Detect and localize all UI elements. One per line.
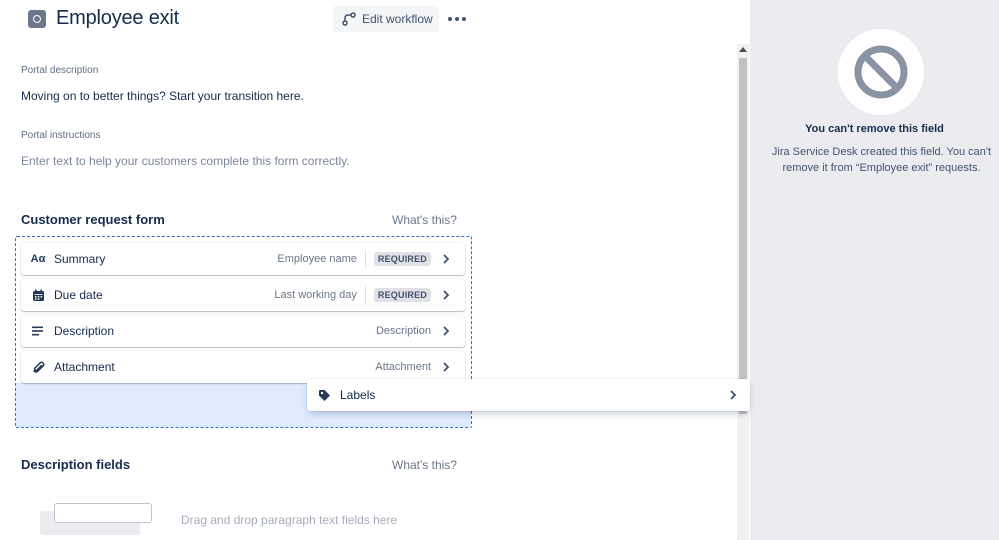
scroll-thumb[interactable]: [739, 58, 747, 414]
dragging-field-labels[interactable]: Labels: [307, 379, 750, 411]
tag-icon: [317, 388, 331, 402]
edit-workflow-label: Edit workflow: [362, 12, 433, 26]
description-fields-drop-hint: Drag and drop paragraph text fields here: [181, 513, 398, 527]
align-left-icon: [31, 324, 45, 338]
calendar-icon: [31, 288, 45, 302]
field-row-summary[interactable]: Aα Summary Employee name REQUIRED: [21, 243, 465, 275]
more-icon[interactable]: [446, 8, 468, 30]
panel-description: Jira Service Desk created this field. Yo…: [771, 146, 992, 174]
field-display-name: Last working day: [274, 289, 357, 301]
paperclip-icon: [31, 360, 45, 374]
panel-title: You can't remove this field: [805, 123, 944, 135]
description-fields-help-link[interactable]: What's this?: [392, 458, 457, 472]
vertical-scrollbar[interactable]: [737, 44, 749, 540]
scroll-up-arrow[interactable]: [739, 47, 747, 52]
field-info-panel: You can't remove this field Jira Service…: [750, 0, 999, 540]
main-content: Employee exit Edit workflow Portal descr…: [0, 0, 750, 540]
text-format-icon: Aα: [30, 253, 46, 265]
chevron-right-icon: [439, 324, 453, 338]
no-entry-icon: [838, 29, 924, 115]
portal-instructions-label: Portal instructions: [21, 130, 101, 141]
divider: [364, 286, 366, 304]
field-display-name: Employee name: [277, 253, 357, 265]
request-form-title: Customer request form: [21, 212, 165, 227]
field-row-due-date[interactable]: Due date Last working day REQUIRED: [21, 279, 465, 311]
field-label: Attachment: [54, 360, 115, 374]
portal-instructions-input[interactable]: Enter text to help your customers comple…: [21, 154, 350, 168]
chevron-right-icon: [439, 288, 453, 302]
workflow-icon: [342, 12, 356, 26]
field-display-name: Attachment: [375, 361, 431, 373]
page-title: Employee exit: [56, 7, 180, 29]
portal-description-label: Portal description: [21, 65, 99, 76]
field-label: Labels: [340, 388, 376, 402]
description-fields-title: Description fields: [21, 457, 131, 472]
divider: [364, 250, 366, 268]
request-form-help-link[interactable]: What's this?: [392, 213, 457, 227]
field-row-description[interactable]: Description Description: [21, 315, 465, 347]
field-display-name: Description: [375, 325, 431, 337]
chevron-right-icon: [726, 388, 740, 402]
field-label: Description: [54, 324, 115, 338]
chevron-right-icon: [439, 360, 453, 374]
field-label: Due date: [54, 288, 103, 302]
field-label: Summary: [54, 252, 106, 266]
required-badge: REQUIRED: [373, 288, 431, 302]
edit-workflow-button[interactable]: Edit workflow: [333, 6, 439, 32]
portal-description-text[interactable]: Moving on to better things? Start your t…: [21, 89, 304, 103]
required-badge: REQUIRED: [373, 252, 431, 266]
portal-icon: [28, 10, 46, 28]
chevron-right-icon: [439, 252, 453, 266]
